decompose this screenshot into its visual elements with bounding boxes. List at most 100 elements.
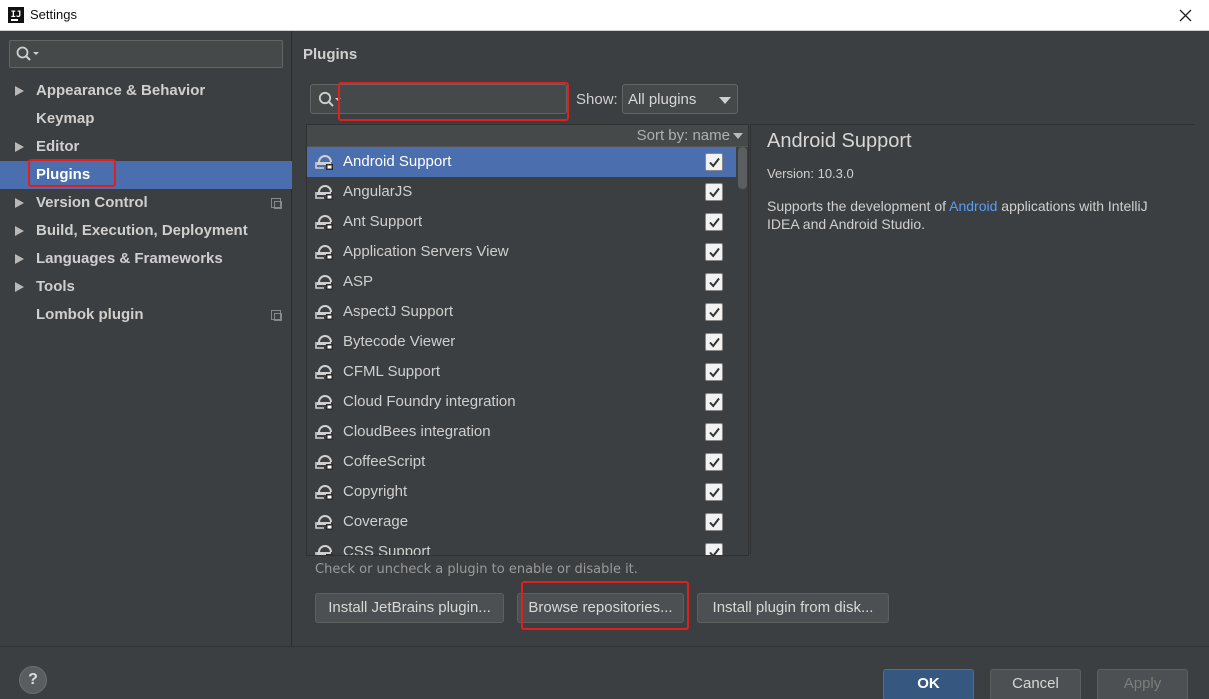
plugin-name: Copyright [343,483,408,500]
page-title: Plugins [303,46,358,63]
plugin-row[interactable]: Ant Support [307,207,736,237]
sidebar-item-editor[interactable]: Editor [0,133,292,161]
close-button[interactable] [1163,0,1209,31]
checkmark-icon [709,187,720,198]
plugin-list: Android Support AngularJS Ant Support Appli… [307,147,736,555]
sort-by-label: Sort by: name [636,127,730,144]
plugin-row[interactable]: Cloud Foundry integration [307,387,736,417]
plugin-enabled-checkbox[interactable] [705,213,723,231]
sidebar-item-build-execution-deployment[interactable]: Build, Execution, Deployment [0,217,292,245]
apply-button[interactable]: Apply [1097,669,1188,699]
plugin-row[interactable]: CoffeeScript [307,447,736,477]
sort-by-header[interactable]: Sort by: name [307,125,748,147]
plugin-name: ASP [343,273,374,290]
sidebar-item-version-control[interactable]: Version Control [0,189,292,217]
plugin-detail-title: Android Support [767,130,912,152]
sidebar-item-label: Lombok plugin [36,306,144,323]
plugin-enabled-checkbox[interactable] [705,153,723,171]
checkmark-icon [709,517,720,528]
plugin-name: Application Servers View [343,243,509,260]
title-bar: IJ Settings [0,0,1209,31]
plugin-icon [315,485,333,500]
expand-arrow-icon[interactable] [15,282,24,292]
plugin-icon [315,335,333,350]
install-from-disk-button[interactable]: Install plugin from disk... [697,593,889,623]
plugin-enabled-checkbox[interactable] [705,273,723,291]
plugin-name: Android Support [343,153,452,170]
plugin-row[interactable]: AngularJS [307,177,736,207]
plugin-row[interactable]: Bytecode Viewer [307,327,736,357]
plugin-enabled-checkbox[interactable] [705,393,723,411]
plugin-description: Supports the development of Android appl… [767,198,1148,232]
plugin-name: CoffeeScript [343,453,426,470]
project-level-icon [271,198,282,209]
plugin-enabled-checkbox[interactable] [705,453,723,471]
sidebar-item-label: Tools [36,278,75,295]
plugin-row[interactable]: Android Support [307,147,736,177]
plugin-name: CFML Support [343,363,440,380]
plugin-enabled-checkbox[interactable] [705,243,723,261]
expand-arrow-icon[interactable] [15,142,24,152]
plugin-row[interactable]: AspectJ Support [307,297,736,327]
plugin-enabled-checkbox[interactable] [705,333,723,351]
plugin-enabled-checkbox[interactable] [705,543,723,555]
sidebar-item-label: Languages & Frameworks [36,250,223,267]
plugin-name: CSS Support [343,543,431,555]
plugin-row[interactable]: Application Servers View [307,237,736,267]
checkmark-icon [709,547,720,555]
checkmark-icon [709,427,720,438]
sidebar-item-label: Version Control [36,194,148,211]
android-link[interactable]: Android [949,198,997,214]
plugin-row[interactable]: CloudBees integration [307,417,736,447]
plugin-enabled-checkbox[interactable] [705,303,723,321]
plugin-row[interactable]: Coverage [307,507,736,537]
plugin-row[interactable]: CSS Support [307,537,736,555]
expand-arrow-icon[interactable] [15,226,24,236]
settings-nav: Appearance & Behavior Keymap Editor Plugins… [0,77,292,329]
sidebar-item-appearance-behavior[interactable]: Appearance & Behavior [0,77,292,105]
plugin-list-scrollbar[interactable] [737,147,748,555]
plugin-name: Coverage [343,513,409,530]
plugin-enabled-checkbox[interactable] [705,513,723,531]
expand-arrow-icon[interactable] [15,86,24,96]
help-button[interactable]: ? [19,666,47,694]
plugin-row[interactable]: ASP [307,267,736,297]
install-jetbrains-plugin-button[interactable]: Install JetBrains plugin... [315,593,504,623]
ok-button[interactable]: OK [883,669,974,699]
plugin-enabled-checkbox[interactable] [705,183,723,201]
plugin-name: AspectJ Support [343,303,454,320]
checkmark-icon [709,307,720,318]
plugin-list-panel: Sort by: name Android Support AngularJS An… [306,124,749,556]
plugin-version: Version: 10.3.0 [767,166,854,181]
expand-arrow-icon[interactable] [15,254,24,264]
show-filter-dropdown[interactable]: All plugins [622,84,738,114]
plugin-name: Ant Support [343,213,423,230]
sidebar-item-tools[interactable]: Tools [0,273,292,301]
sidebar-item-label: Keymap [36,110,95,127]
plugin-icon [315,305,333,320]
plugin-enabled-checkbox[interactable] [705,363,723,381]
search-icon [16,46,39,61]
plugin-icon [315,515,333,530]
expand-arrow-icon[interactable] [15,198,24,208]
plugin-name: CloudBees integration [343,423,491,440]
scrollbar-thumb[interactable] [738,147,747,189]
plugin-name: AngularJS [343,183,413,200]
plugin-name: Bytecode Viewer [343,333,456,350]
window-title: Settings [30,7,77,22]
sidebar-item-lombok-plugin[interactable]: Lombok plugin [0,301,292,329]
plugin-icon [315,365,333,380]
checkmark-icon [709,457,720,468]
plugin-row[interactable]: CFML Support [307,357,736,387]
sidebar-item-languages-frameworks[interactable]: Languages & Frameworks [0,245,292,273]
plugin-row[interactable]: Copyright [307,477,736,507]
plugin-icon [315,185,333,200]
plugin-icon [315,155,333,170]
highlight-browse-button [521,581,689,630]
plugin-enabled-checkbox[interactable] [705,423,723,441]
sidebar-item-keymap[interactable]: Keymap [0,105,292,133]
sidebar-search-input[interactable] [9,40,283,68]
footer-divider [0,646,1209,647]
cancel-button[interactable]: Cancel [990,669,1081,699]
plugin-enabled-checkbox[interactable] [705,483,723,501]
